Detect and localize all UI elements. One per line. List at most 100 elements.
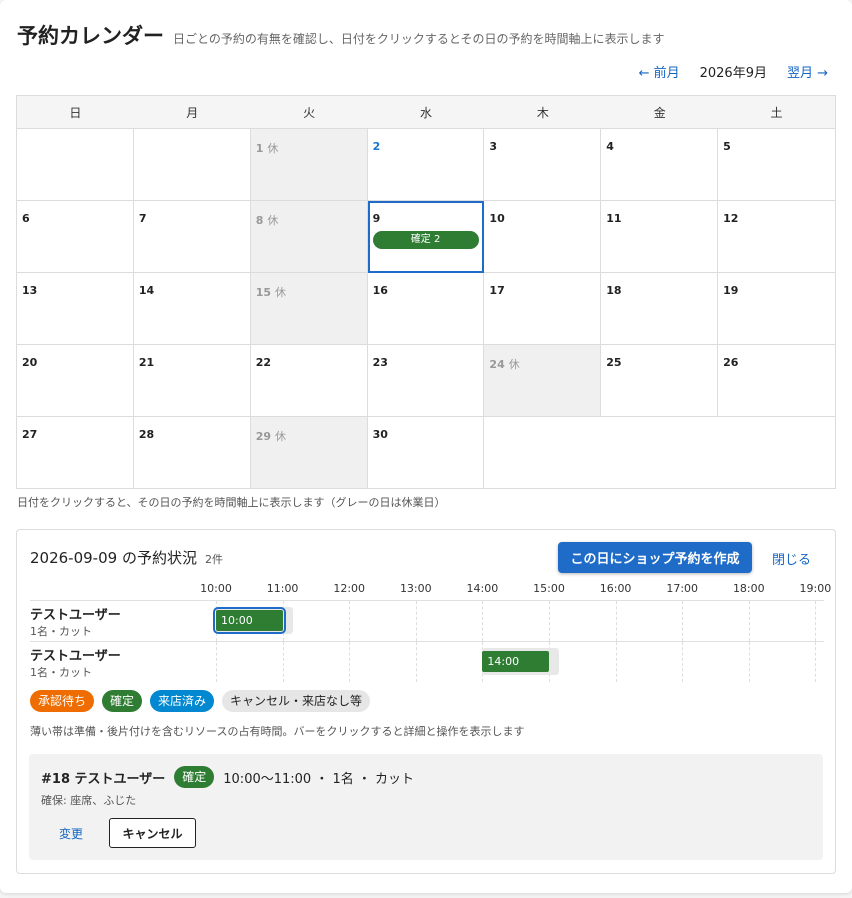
day-detail-panel: 2026-09-09 の予約状況 2件 この日にショップ予約を作成 閉じる 10… (16, 529, 836, 874)
hour-label: 17:00 (666, 582, 699, 595)
day-cell[interactable]: 26 (718, 345, 835, 417)
weekday-header: 日月火水木金土 (17, 96, 835, 129)
hour-gridline (615, 642, 617, 682)
hour-gridline (415, 601, 417, 641)
day-number: 13 (22, 284, 38, 297)
closed-day-label: 休 (267, 214, 279, 227)
day-cell[interactable]: 25 (601, 345, 719, 417)
calendar-grid: 日月火水木金土 1 休 2 3 4 5 6 7 8 休 9 確定 2 10 11 12 13 14 15 休 16 17… (16, 95, 836, 489)
legend-pending: 承認待ち (30, 690, 95, 712)
day-cell[interactable]: 27 (17, 417, 134, 489)
day-number: 3 (489, 140, 498, 153)
day-number: 16 (372, 284, 388, 297)
day-number: 24 (489, 358, 505, 371)
detail-header: #18 テストユーザー 確定 10:00〜11:00 ・ 1名 ・ カット (41, 766, 414, 788)
day-number: 22 (255, 356, 272, 369)
cancel-reservation-button[interactable]: キャンセル (109, 818, 196, 848)
day-cell[interactable]: 29 休 (250, 417, 368, 489)
hour-gridline (482, 601, 484, 641)
day-number: 10 (489, 212, 505, 225)
hour-gridline (615, 601, 617, 641)
day-cell[interactable]: 9 確定 2 (367, 201, 485, 273)
hour-gridline (682, 642, 684, 682)
day-cell[interactable]: 21 (133, 345, 251, 417)
status-legend: 承認待ち 確定 来店済み キャンセル・来店なし等 (30, 690, 371, 712)
day-cell[interactable]: 16 (367, 273, 485, 345)
prev-month-link[interactable]: ← 前月 (639, 62, 680, 81)
day-cell[interactable]: 2 (367, 129, 485, 201)
day-number: 2 (372, 140, 381, 153)
reservation-count: 2件 (204, 553, 223, 566)
day-cell[interactable]: 12 (718, 201, 835, 273)
calendar-days: 1 休 2 3 4 5 6 7 8 休 9 確定 2 10 11 12 13 14 15 休 16 17 18 19 20 21… (17, 129, 835, 489)
day-cell[interactable]: 24 休 (484, 345, 602, 417)
day-cell[interactable]: 8休 (250, 201, 368, 273)
hour-label: 13:00 (399, 582, 432, 595)
day-number: 4 (606, 140, 614, 153)
day-number: 9 (372, 212, 381, 225)
close-panel-link[interactable]: 閉じる (772, 549, 811, 568)
hour-label: 15:00 (533, 582, 565, 595)
day-number: 12 (723, 212, 739, 225)
hour-label: 12:00 (333, 582, 366, 595)
weekday-label: 日 (69, 105, 82, 120)
header: 予約カレンダー 日ごとの予約の有無を確認し、日付をクリックするとその日の予約を時… (17, 20, 665, 50)
day-cell[interactable]: 14 (133, 273, 251, 345)
day-number: 14 (138, 284, 155, 297)
hour-gridline (216, 642, 217, 682)
day-number: 5 (723, 140, 731, 153)
weekday-label: 土 (770, 105, 783, 120)
create-shop-reservation-button[interactable]: この日にショップ予約を作成 (558, 542, 752, 573)
day-cell[interactable]: 15 休 (250, 273, 368, 345)
day-cell[interactable]: 18 (601, 273, 719, 345)
day-cell[interactable]: 28 (133, 417, 251, 489)
reserved-resources: 確保: 座席、ふじた (41, 794, 137, 807)
day-number: 23 (372, 356, 388, 369)
timeline-row: テストユーザー 1名・カット 10:00 (30, 600, 824, 641)
edit-reservation-link[interactable]: 変更 (59, 825, 83, 842)
hour-gridline (748, 601, 750, 641)
day-number: 1 (255, 142, 264, 155)
day-cell[interactable]: 1休 (250, 129, 368, 201)
reservation-calendar-card: 予約カレンダー 日ごとの予約の有無を確認し、日付をクリックするとその日の予約を時… (0, 0, 852, 893)
day-cell[interactable]: 7 (133, 201, 251, 273)
current-month-label: 2026年9月 (699, 66, 767, 81)
reservation-bar[interactable]: 14:00 (482, 651, 549, 672)
reservation-bar[interactable]: 10:00 (213, 607, 286, 634)
day-number: 25 (606, 356, 622, 369)
hour-gridline (415, 642, 417, 682)
day-cell[interactable]: 11 (601, 201, 719, 273)
hour-label: 10:00 (200, 582, 232, 595)
day-cell[interactable]: 20 (17, 345, 134, 417)
day-cell[interactable]: 4 (601, 129, 719, 201)
day-cell[interactable]: 30 (367, 417, 485, 489)
legend-note: 薄い帯は準備・後片付けを含むリソースの占有時間。バーをクリックすると詳細と操作を… (30, 725, 525, 738)
day-cell[interactable]: 22 (250, 345, 368, 417)
day-number: 11 (606, 212, 622, 225)
legend-cancelled: キャンセル・来店なし等 (222, 690, 371, 712)
day-cell[interactable]: 3 (484, 129, 602, 201)
page-subtitle: 日ごとの予約の有無を確認し、日付をクリックするとその日の予約を時間軸上に表示しま… (173, 32, 665, 46)
reservation-detail: #18 テストユーザー 確定 10:00〜11:00 ・ 1名 ・ カット 確保… (29, 754, 823, 860)
month-nav: ← 前月 2026年9月 翌月 → (639, 62, 828, 81)
day-cell[interactable]: 6 (17, 201, 134, 273)
day-cell[interactable]: 23 (367, 345, 485, 417)
day-number: 20 (22, 356, 38, 369)
day-cell[interactable]: 10 (484, 201, 602, 273)
day-cell[interactable]: 5 (718, 129, 835, 201)
day-cell[interactable]: 13 (17, 273, 134, 345)
closed-day-label: 休 (275, 430, 287, 443)
closed-day-label: 休 (508, 358, 520, 371)
closed-day-label: 休 (275, 286, 287, 299)
next-month-link[interactable]: 翌月 → (787, 62, 828, 81)
empty-day-cell (133, 129, 251, 201)
timeline-row: テストユーザー 1名・カット 14:00 (30, 641, 824, 682)
hour-label: 19:00 (799, 582, 832, 595)
day-cell[interactable]: 19 (718, 273, 835, 345)
day-number: 28 (138, 428, 155, 441)
weekday-label: 木 (536, 105, 549, 120)
hour-gridline (815, 642, 817, 682)
hour-label: 18:00 (732, 582, 765, 595)
day-cell[interactable]: 17 (484, 273, 602, 345)
timeline: 10:00 11:00 12:00 13:00 14:00 15:00 16:00 17:00… (30, 580, 831, 684)
